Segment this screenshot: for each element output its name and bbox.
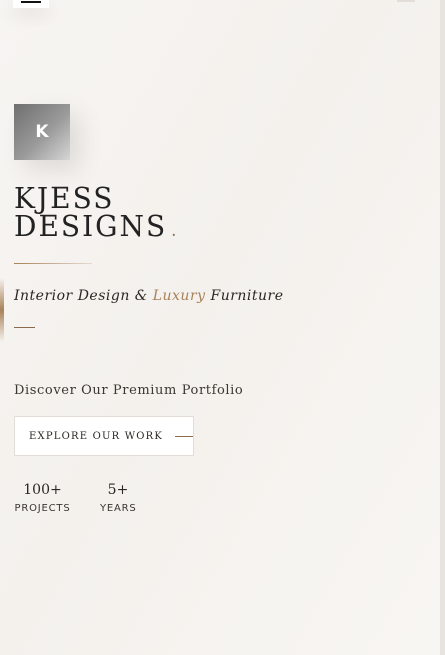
title-dot: .: [171, 220, 179, 241]
logo-letter: K: [35, 122, 49, 142]
scrollbar[interactable]: [440, 0, 445, 655]
explore-work-button[interactable]: EXPLORE OUR WORK: [14, 416, 194, 456]
hero-subtitle: Interior Design & Luxury Furniture: [14, 288, 284, 304]
hamburger-menu-icon: [21, 1, 41, 3]
stat-label: YEARS: [100, 503, 137, 514]
brand-logo: K: [14, 104, 70, 160]
title-line-2-text: DESIGNS: [14, 208, 168, 244]
subtitle-divider: [14, 327, 35, 328]
page-title: KJESS DESIGNS.: [14, 183, 179, 246]
subtitle-part-2: Furniture: [205, 288, 284, 304]
stat-label: PROJECTS: [14, 503, 71, 514]
subtitle-accent: Luxury: [152, 288, 206, 304]
title-divider: [14, 263, 92, 264]
menu-button[interactable]: [13, 0, 49, 8]
stat-projects: 100+ PROJECTS: [14, 482, 71, 514]
top-right-decoration: [397, 0, 415, 2]
stat-value: 100+: [23, 482, 62, 498]
explore-work-label: EXPLORE OUR WORK: [29, 430, 164, 442]
title-line-2: DESIGNS.: [14, 208, 179, 246]
stat-years: 5+ YEARS: [100, 482, 136, 514]
line-arrow-icon: [175, 435, 193, 437]
side-accent-decoration: [0, 278, 4, 342]
subtitle-part-1: Interior Design &: [14, 288, 153, 304]
discover-text: Discover Our Premium Portfolio: [14, 383, 244, 398]
stat-value: 5+: [107, 482, 129, 498]
